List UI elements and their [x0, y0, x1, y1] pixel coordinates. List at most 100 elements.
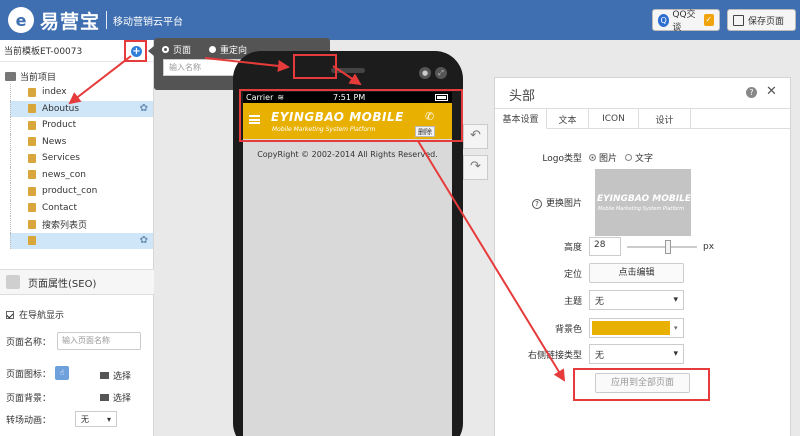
tree-item[interactable]: Product [10, 117, 153, 134]
tree-item[interactable]: news_con [10, 166, 153, 183]
bg-color-label: 背景色 [554, 324, 582, 335]
annotation-box-header [239, 89, 463, 142]
bg-color-row: 背景色 ▾ [495, 318, 684, 338]
tree-item[interactable]: News [10, 133, 153, 150]
hand-icon[interactable]: ☝ [55, 366, 70, 380]
tab[interactable]: 设计 [639, 109, 691, 129]
page-name-row: 页面名称： 输入页面名称 [6, 332, 142, 350]
qq-icon: Q [658, 13, 670, 27]
tree-item[interactable]: ✿ [10, 232, 153, 249]
top-bar: e 易营宝 移动营销云平台 Q QQ交谈 ✓ 保存页面 [0, 0, 800, 40]
radio-page-label: 页面 [173, 46, 192, 56]
nav-show-checkbox[interactable]: 在导航显示 [6, 308, 64, 321]
tree-item[interactable]: product_con [10, 183, 153, 200]
position-label: 定位 [563, 269, 582, 280]
qq-chat-button[interactable]: Q QQ交谈 ✓ [652, 9, 720, 33]
theme-value: 无 [595, 296, 605, 307]
change-image-label-wrap: ? 更换图片 [495, 196, 589, 209]
link-type-row: 右侧链接类型 无 ▾ [495, 344, 684, 364]
change-image-label[interactable]: 更换图片 [546, 199, 582, 209]
theme-select[interactable]: 无 ▾ [589, 290, 684, 310]
image-icon [100, 372, 109, 379]
logo-type-text-radio[interactable] [625, 154, 633, 161]
page-bg-label: 页面背景： [6, 394, 52, 404]
chevron-down-icon: ▾ [673, 349, 678, 359]
tree-item[interactable]: Services [10, 150, 153, 167]
page-icon-row: 页面图标： ☝ [6, 366, 70, 380]
panel-title: 头部 [509, 89, 536, 104]
transition-select[interactable]: 无 ▾ [75, 411, 118, 427]
tree-item[interactable]: 搜索列表页 [10, 216, 153, 233]
logo-type-row: Logo类型 图片 文字 [495, 151, 653, 164]
check-icon: ✓ [703, 14, 715, 26]
tree-item[interactable]: Contact [10, 199, 153, 216]
transition-value: 无 [81, 414, 90, 424]
position-row: 定位 点击编辑 [495, 263, 684, 283]
save-icon [733, 14, 744, 26]
slider-handle[interactable] [665, 239, 671, 254]
brand-logo-icon: e [8, 7, 34, 33]
page-name-input[interactable]: 输入页面名称 [57, 332, 142, 350]
height-label: 高度 [563, 243, 582, 253]
page-name-label: 页面名称： [6, 337, 52, 348]
brand: e 易营宝 移动营销云平台 [8, 5, 183, 35]
chevron-down-icon: ▾ [107, 414, 112, 424]
radio-redirect[interactable] [209, 46, 217, 53]
expand-icon[interactable]: ⤢ [435, 67, 447, 79]
page-bg-choose-button[interactable]: 选择 [100, 391, 131, 404]
tree-item-label: index [42, 87, 67, 98]
close-icon[interactable]: ✕ [766, 84, 777, 99]
height-input[interactable]: 28 [589, 237, 621, 256]
seo-section-header: 页面属性(SEO) [0, 269, 154, 295]
tree-item-label: Product [42, 120, 77, 131]
page-icon-label: 页面图标： [6, 369, 52, 380]
tree-item-label: Services [42, 153, 80, 164]
phone-toolbar: ● ⤢ [419, 67, 447, 79]
radio-page[interactable] [162, 46, 169, 53]
undo-button[interactable]: ↶ [463, 124, 488, 149]
link-type-label: 右侧链接类型 [527, 350, 582, 361]
position-edit-button[interactable]: 点击编辑 [589, 263, 684, 283]
tab[interactable]: 基本设置 [495, 109, 547, 129]
tree-item[interactable]: index [10, 84, 153, 101]
gear-icon[interactable]: ✿ [140, 103, 148, 114]
height-slider[interactable] [627, 239, 697, 254]
choose-label: 选择 [113, 394, 132, 404]
copyright-text: CopyRight © 2002-2014 All Rights Reserve… [257, 150, 438, 159]
folder-icon [28, 153, 36, 163]
logo-preview-subtitle: Mobile Marketing System Platform [598, 206, 685, 212]
checkbox-checked-icon[interactable] [6, 310, 14, 319]
logo-type-text-label: 文字 [635, 154, 654, 164]
left-panel: 当前模板ET-00073 + 当前项目 index Aboutus ✿ Product… [0, 40, 154, 436]
seo-icon [6, 275, 20, 289]
brand-subtitle: 移动营销云平台 [113, 16, 184, 28]
folder-icon [28, 203, 36, 213]
chevron-down-icon: ▾ [673, 295, 678, 305]
folder-icon [28, 137, 36, 147]
page-tree: index Aboutus ✿ Product News Services news_con… [0, 84, 153, 249]
tree-item-label: product_con [42, 186, 98, 197]
theme-row: 主题 无 ▾ [495, 290, 684, 310]
tab[interactable]: ICON [589, 109, 639, 129]
redo-button[interactable]: ↷ [463, 155, 488, 180]
settings-tabs: 基本设置 文本 ICON 设计 [495, 108, 790, 129]
folder-icon [28, 236, 36, 246]
change-image-row[interactable]: ? 更换图片 [495, 196, 589, 209]
logo-type-image-radio[interactable] [589, 154, 596, 161]
chat-icon[interactable]: ● [419, 67, 431, 79]
page-icon-choose-button[interactable]: 选择 [100, 369, 131, 382]
tree-item-label: news_con [42, 169, 86, 180]
project-label: 当前项目 [20, 72, 57, 83]
link-type-select[interactable]: 无 ▾ [589, 344, 684, 364]
transition-row: 转场动画： 无 ▾ [6, 411, 118, 427]
bg-color-picker[interactable]: ▾ [589, 318, 684, 338]
annotation-box-apply [573, 368, 710, 401]
save-page-button[interactable]: 保存页面 [727, 9, 796, 31]
help-icon[interactable]: ? [746, 87, 757, 98]
height-row: 高度 28 px [495, 237, 714, 256]
tree-item-label: News [42, 136, 67, 147]
template-label: 当前模板ET-00073 [4, 47, 83, 57]
tab[interactable]: 文本 [547, 109, 589, 129]
gear-icon[interactable]: ✿ [140, 235, 148, 246]
tree-item[interactable]: Aboutus ✿ [10, 100, 153, 117]
